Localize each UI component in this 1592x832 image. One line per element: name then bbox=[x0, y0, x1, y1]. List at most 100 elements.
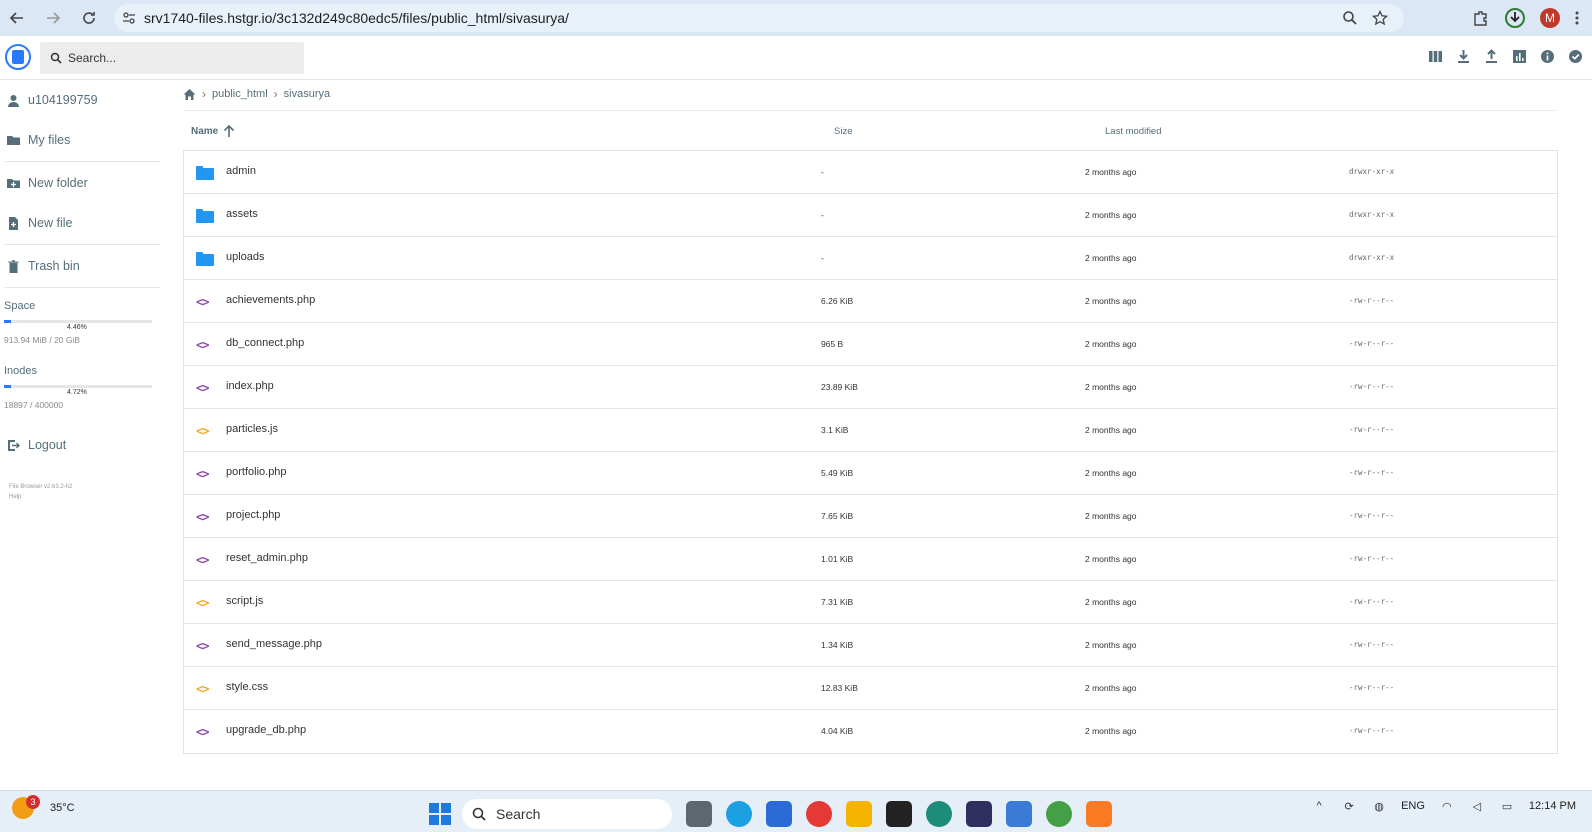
reload-button[interactable] bbox=[74, 3, 104, 33]
inodes-label: Inodes bbox=[4, 365, 38, 377]
trash-icon bbox=[8, 259, 19, 273]
app-icon[interactable] bbox=[1006, 801, 1032, 827]
file-row[interactable]: <> portfolio.php 5.49 KiB 2 months ago -rw-r… bbox=[184, 452, 1557, 495]
file-row[interactable]: <> db_connect.php 965 B 2 months ago -rw-r--… bbox=[184, 323, 1557, 366]
store-icon[interactable] bbox=[766, 801, 792, 827]
new-folder-icon bbox=[7, 178, 20, 188]
terminal-icon[interactable] bbox=[886, 801, 912, 827]
logout-icon bbox=[8, 439, 20, 451]
view-mode-icon[interactable] bbox=[1427, 48, 1444, 65]
bookmark-star-icon[interactable] bbox=[1372, 10, 1388, 26]
file-size: 23.89 KiB bbox=[821, 382, 858, 392]
list-header: Name Size Last modified bbox=[183, 118, 1558, 144]
file-row[interactable]: <> project.php 7.65 KiB 2 months ago -rw-r--… bbox=[184, 495, 1557, 538]
chrome-profile-icon[interactable] bbox=[1046, 801, 1072, 827]
file-modified: 2 months ago bbox=[1085, 339, 1137, 349]
app-header bbox=[0, 36, 1592, 80]
file-row[interactable]: <> send_message.php 1.34 KiB 2 months ago -r… bbox=[184, 624, 1557, 667]
file-row[interactable]: uploads - 2 months ago drwxr-xr-x bbox=[184, 237, 1557, 280]
file-modified: 2 months ago bbox=[1085, 210, 1137, 220]
os-taskbar: 3 35°C Search ^ ⟳ ◍ ENG ◠ ◁ ▭ 12:14 PM bbox=[0, 790, 1592, 832]
info-icon[interactable] bbox=[1539, 48, 1556, 65]
menu-dots-icon[interactable] bbox=[1574, 10, 1580, 26]
file-row[interactable]: <> achievements.php 6.26 KiB 2 months ago -r… bbox=[184, 280, 1557, 323]
file-row[interactable]: assets - 2 months ago drwxr-xr-x bbox=[184, 194, 1557, 237]
file-size: 4.04 KiB bbox=[821, 726, 854, 736]
network-globe-icon[interactable]: ◍ bbox=[1371, 799, 1387, 813]
file-row[interactable]: <> upgrade_db.php 4.04 KiB 2 months ago -rw-… bbox=[184, 710, 1557, 753]
address-bar[interactable]: srv1740-files.hstgr.io/3c132d249c80edc5/… bbox=[114, 4, 1404, 32]
clock[interactable]: 12:14 PM bbox=[1529, 799, 1576, 813]
weather-widget[interactable]: 3 35°C bbox=[12, 795, 75, 819]
taskbar-search[interactable]: Search bbox=[462, 799, 672, 829]
file-size: - bbox=[821, 167, 824, 177]
file-size: 7.65 KiB bbox=[821, 511, 854, 521]
sidebar-item-label: Trash bin bbox=[28, 259, 80, 273]
zoom-icon[interactable] bbox=[1342, 10, 1358, 26]
file-size: - bbox=[821, 253, 824, 263]
file-row[interactable]: <> reset_admin.php 1.01 KiB 2 months ago -rw… bbox=[184, 538, 1557, 581]
breadcrumb-item[interactable]: public_html bbox=[212, 88, 268, 100]
battery-icon[interactable]: ▭ bbox=[1499, 799, 1515, 813]
sync-icon[interactable]: ⟳ bbox=[1341, 799, 1357, 813]
xampp-icon[interactable] bbox=[1086, 801, 1112, 827]
column-size-header[interactable]: Size bbox=[834, 126, 852, 137]
column-name-header[interactable]: Name bbox=[191, 124, 236, 138]
file-explorer-icon[interactable] bbox=[846, 801, 872, 827]
select-icon[interactable] bbox=[1567, 48, 1584, 65]
space-progress-bar bbox=[4, 320, 152, 323]
column-modified-header[interactable]: Last modified bbox=[1105, 126, 1162, 137]
app-icon[interactable] bbox=[926, 801, 952, 827]
file-row[interactable]: <> style.css 12.83 KiB 2 months ago -rw-r--r… bbox=[184, 667, 1557, 710]
file-name: achievements.php bbox=[226, 294, 316, 306]
temperature: 35°C bbox=[50, 802, 75, 814]
sidebar-item-my-files[interactable]: My files bbox=[0, 120, 170, 160]
file-size: 1.34 KiB bbox=[821, 640, 854, 650]
file-row[interactable]: admin - 2 months ago drwxr-xr-x bbox=[184, 151, 1557, 194]
app-icon[interactable] bbox=[966, 801, 992, 827]
arrow-up-icon bbox=[224, 124, 235, 137]
edge-icon[interactable] bbox=[726, 801, 752, 827]
file-row[interactable]: <> script.js 7.31 KiB 2 months ago -rw-r--r-… bbox=[184, 581, 1557, 624]
back-button[interactable] bbox=[2, 3, 32, 33]
file-permissions: -rw-r--r-- bbox=[1349, 554, 1395, 563]
file-modified: 2 months ago bbox=[1085, 511, 1137, 521]
code-file-icon: <> bbox=[196, 294, 209, 309]
username: u104199759 bbox=[28, 93, 98, 107]
chevron-up-icon[interactable]: ^ bbox=[1311, 799, 1327, 813]
divider bbox=[5, 161, 160, 162]
home-icon[interactable] bbox=[183, 88, 196, 101]
chrome-icon[interactable] bbox=[806, 801, 832, 827]
divider bbox=[183, 110, 1558, 111]
file-row[interactable]: <> index.php 23.89 KiB 2 months ago -rw-r--r… bbox=[184, 366, 1557, 409]
stats-icon[interactable] bbox=[1511, 48, 1528, 65]
wifi-icon[interactable]: ◠ bbox=[1439, 799, 1455, 813]
search-box[interactable] bbox=[40, 42, 304, 74]
file-row[interactable]: <> particles.js 3.1 KiB 2 months ago -rw-r--… bbox=[184, 409, 1557, 452]
site-info-icon[interactable] bbox=[114, 11, 144, 25]
filebrowser-logo-icon[interactable] bbox=[5, 44, 31, 70]
profile-avatar[interactable]: M bbox=[1540, 8, 1560, 28]
downloads-icon[interactable] bbox=[1504, 7, 1526, 29]
search-input[interactable] bbox=[68, 51, 288, 65]
forward-button[interactable] bbox=[38, 3, 68, 33]
upload-icon[interactable] bbox=[1483, 48, 1500, 65]
task-view-icon[interactable] bbox=[686, 801, 712, 827]
sidebar-user[interactable]: u104199759 bbox=[0, 80, 170, 120]
file-modified: 2 months ago bbox=[1085, 597, 1137, 607]
download-icon[interactable] bbox=[1455, 48, 1472, 65]
breadcrumb-item[interactable]: sivasurya bbox=[284, 88, 330, 100]
extensions-icon[interactable] bbox=[1472, 9, 1490, 27]
sidebar-item-new-folder[interactable]: New folder bbox=[0, 163, 170, 203]
volume-icon[interactable]: ◁ bbox=[1469, 799, 1485, 813]
code-file-icon: <> bbox=[196, 724, 209, 739]
help-link[interactable]: Help bbox=[9, 492, 170, 502]
language-indicator[interactable]: ENG bbox=[1401, 800, 1425, 812]
sidebar-item-new-file[interactable]: New file bbox=[0, 203, 170, 243]
sidebar-item-trash-bin[interactable]: Trash bin bbox=[0, 246, 170, 286]
windows-start-icon[interactable] bbox=[429, 803, 451, 825]
file-size: 7.31 KiB bbox=[821, 597, 854, 607]
url-text: srv1740-files.hstgr.io/3c132d249c80edc5/… bbox=[144, 10, 569, 26]
file-size: 1.01 KiB bbox=[821, 554, 854, 564]
logout-button[interactable]: Logout bbox=[0, 430, 170, 460]
